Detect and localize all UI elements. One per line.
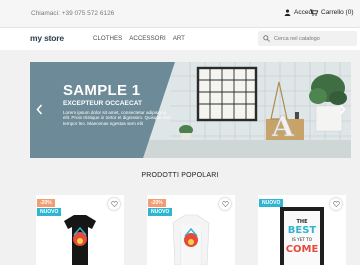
wishlist-button[interactable] bbox=[108, 198, 120, 210]
new-badge: NUOVO bbox=[259, 199, 284, 207]
discount-badge: -20% bbox=[148, 199, 166, 207]
nav-item-clothes[interactable]: CLOTHES bbox=[93, 35, 122, 42]
new-badge: NUOVO bbox=[37, 208, 62, 216]
search-input[interactable] bbox=[274, 35, 354, 42]
hero-description: Lorem ipsum dolor sit amet, consectetur … bbox=[63, 110, 171, 126]
heart-icon bbox=[110, 201, 118, 207]
cart-icon bbox=[310, 9, 318, 16]
nav-item-art[interactable]: ART bbox=[173, 35, 185, 42]
logo-text-store: store bbox=[44, 33, 64, 43]
poster-text-yet: IS YET TO bbox=[292, 237, 313, 242]
heart-icon bbox=[221, 201, 229, 207]
poster-text-best: BEST bbox=[288, 225, 317, 236]
carousel-prev-button[interactable] bbox=[33, 102, 45, 118]
poster-text-come: COME bbox=[286, 244, 319, 255]
nav-item-accessori[interactable]: ACCESSORI bbox=[129, 35, 165, 42]
heart-icon bbox=[332, 201, 340, 207]
hero-carousel[interactable]: A SAMPLE 1 EXCEPTEUR OCCAECAT Lorem ipsu… bbox=[30, 62, 351, 158]
product-card[interactable]: -20% NUOVO bbox=[36, 195, 124, 265]
search-icon bbox=[263, 35, 270, 42]
contact-phone: Chiamaci: +39 075 572 6126 bbox=[31, 10, 115, 17]
main-header: my store CLOTHES ACCESSORI ART bbox=[0, 28, 360, 50]
discount-badge: -20% bbox=[37, 199, 55, 207]
product-card[interactable]: THE BEST IS YET TO COME NUOVO bbox=[258, 195, 346, 265]
svg-text:A: A bbox=[271, 110, 295, 143]
new-badge: NUOVO bbox=[148, 208, 173, 216]
user-icon bbox=[284, 9, 291, 16]
top-bar: Chiamaci: +39 075 572 6126 Accedi Carrel… bbox=[0, 0, 360, 28]
wishlist-button[interactable] bbox=[330, 198, 342, 210]
chevron-left-icon bbox=[35, 104, 42, 115]
store-logo[interactable]: my store bbox=[30, 33, 64, 43]
cart-label: Carrello (0) bbox=[321, 9, 354, 16]
wishlist-button[interactable] bbox=[219, 198, 231, 210]
cart-link[interactable]: Carrello (0) bbox=[310, 9, 354, 16]
search-box[interactable] bbox=[258, 31, 357, 46]
product-card[interactable]: -20% NUOVO bbox=[147, 195, 235, 265]
chevron-right-icon bbox=[339, 104, 346, 115]
hero-subtitle: EXCEPTEUR OCCAECAT bbox=[63, 100, 143, 107]
logo-text-my: my bbox=[30, 33, 42, 43]
hero-title: SAMPLE 1 bbox=[63, 82, 141, 99]
popular-products-title: PRODOTTI POPOLARI bbox=[141, 172, 219, 179]
main-nav: CLOTHES ACCESSORI ART bbox=[93, 35, 185, 42]
carousel-next-button[interactable] bbox=[336, 102, 348, 118]
